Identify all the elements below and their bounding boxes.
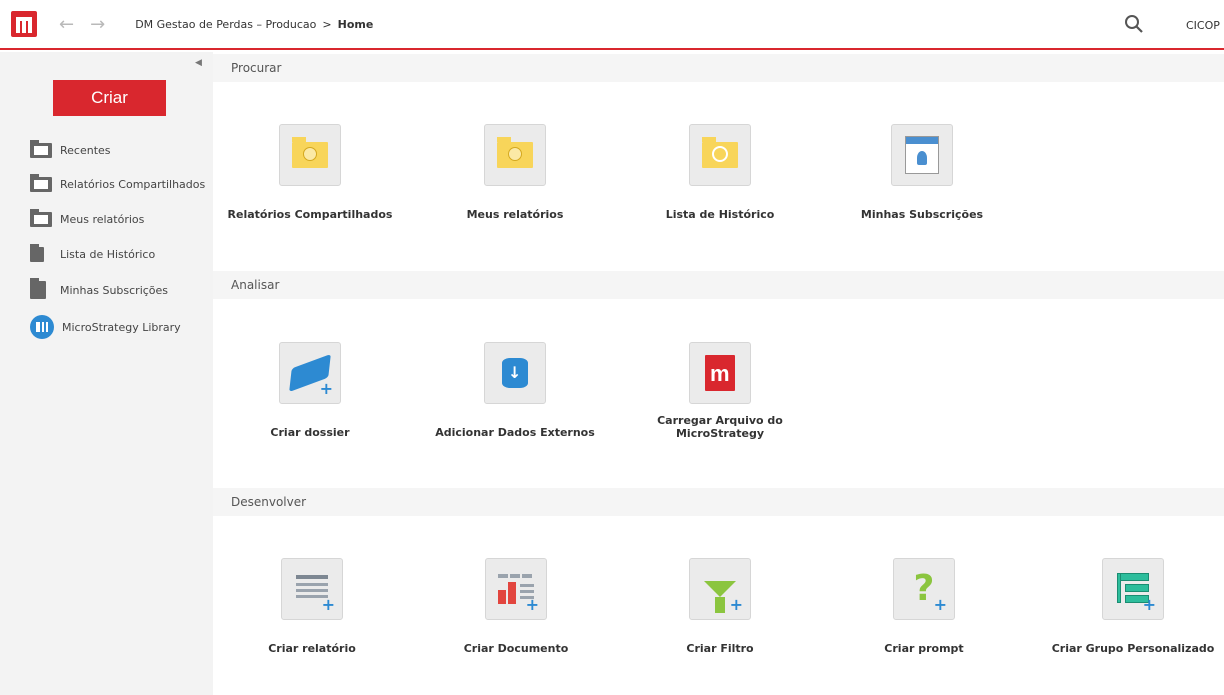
tile-create-dossier[interactable]: + Criar dossier [220, 342, 400, 439]
tile-label: Criar Grupo Personalizado [1051, 642, 1215, 655]
tile-create-report[interactable]: + Criar relatório [222, 558, 402, 655]
section-header-procurar: Procurar [213, 54, 1224, 82]
tile-label: Carregar Arquivo do MicroStrategy [657, 414, 783, 440]
section-header-desenvolver: Desenvolver [213, 488, 1224, 516]
tile-create-prompt[interactable]: ? + Criar prompt [834, 558, 1014, 655]
shared-folder-icon [30, 174, 52, 193]
tile-label: Criar Filtro [686, 642, 754, 655]
library-icon [30, 315, 54, 339]
clock-folder-icon [30, 140, 52, 159]
sidebar-item-recentes[interactable]: Recentes [30, 138, 111, 162]
user-name[interactable]: CICOP [1186, 19, 1220, 32]
sidebar: ◀ Criar Recentes Relatórios Compartilhad… [0, 52, 213, 695]
tile-subscriptions[interactable]: Minhas Subscrições [832, 124, 1012, 221]
section-header-analisar: Analisar [213, 271, 1224, 299]
tile-label: Criar Documento [463, 642, 569, 655]
tile-label: Criar prompt [884, 642, 964, 655]
breadcrumb: DM Gestao de Perdas – Producao > Home [135, 18, 373, 31]
custom-group-icon: + [1102, 558, 1164, 620]
tile-create-custom-group[interactable]: + Criar Grupo Personalizado [1033, 558, 1224, 655]
shared-folder-icon [279, 124, 341, 186]
bookmark-icon [30, 278, 52, 299]
tile-label: Relatórios Compartilhados [227, 208, 393, 221]
breadcrumb-current: Home [337, 17, 374, 31]
user-folder-icon [30, 209, 52, 228]
history-list-icon [30, 244, 52, 263]
sidebar-item-label: Minhas Subscrições [60, 283, 169, 297]
forward-arrow-icon[interactable]: → [90, 14, 105, 35]
microstrategy-logo-icon[interactable] [11, 11, 37, 37]
breadcrumb-project[interactable]: DM Gestao de Perdas – Producao [135, 18, 316, 31]
sidebar-item-library[interactable]: MicroStrategy Library [30, 315, 181, 339]
sidebar-item-label: MicroStrategy Library [62, 320, 181, 334]
prompt-icon: ? + [893, 558, 955, 620]
tile-label: Meus relatórios [466, 208, 564, 221]
tile-label: Minhas Subscrições [860, 208, 984, 221]
sidebar-item-subscriptions[interactable]: Minhas Subscrições [30, 278, 168, 302]
sidebar-item-shared-reports[interactable]: Relatórios Compartilhados [30, 172, 205, 196]
tile-shared-reports[interactable]: Relatórios Compartilhados [220, 124, 400, 221]
breadcrumb-separator: > [322, 17, 332, 31]
sidebar-item-label: Meus relatórios [60, 212, 145, 226]
main-content: Procurar Relatórios Compartilhados Meus … [213, 52, 1224, 695]
sidebar-item-my-reports[interactable]: Meus relatórios [30, 207, 144, 231]
tile-create-document[interactable]: + Criar Documento [426, 558, 606, 655]
sidebar-item-label: Lista de Histórico [60, 247, 156, 261]
sidebar-item-history-list[interactable]: Lista de Histórico [30, 242, 155, 266]
subscription-icon [891, 124, 953, 186]
tile-label: Criar relatório [268, 642, 356, 655]
tile-my-reports[interactable]: Meus relatórios [425, 124, 605, 221]
history-folder-icon [689, 124, 751, 186]
search-icon[interactable] [1124, 14, 1144, 34]
collapse-sidebar-icon[interactable]: ◀ [195, 58, 202, 68]
dossier-icon: + [279, 342, 341, 404]
tile-add-external-data[interactable]: Adicionar Dados Externos [425, 342, 605, 439]
sidebar-item-label: Recentes [60, 143, 111, 157]
tile-history-list[interactable]: Lista de Histórico [630, 124, 810, 221]
tile-create-filter[interactable]: + Criar Filtro [630, 558, 810, 655]
sidebar-item-label: Relatórios Compartilhados [60, 177, 206, 191]
top-bar: ← → DM Gestao de Perdas – Producao > Home … [0, 0, 1224, 50]
back-arrow-icon[interactable]: ← [59, 14, 74, 35]
user-folder-icon [484, 124, 546, 186]
microstrategy-file-icon [689, 342, 751, 404]
tile-label: Criar dossier [270, 426, 350, 439]
filter-icon: + [689, 558, 751, 620]
tile-label: Lista de Histórico [665, 208, 775, 221]
database-icon [484, 342, 546, 404]
document-icon: + [485, 558, 547, 620]
tile-label: Adicionar Dados Externos [435, 426, 595, 439]
create-button[interactable]: Criar [53, 80, 166, 116]
tile-upload-mstr-file[interactable]: Carregar Arquivo do MicroStrategy [630, 342, 810, 440]
report-grid-icon: + [281, 558, 343, 620]
